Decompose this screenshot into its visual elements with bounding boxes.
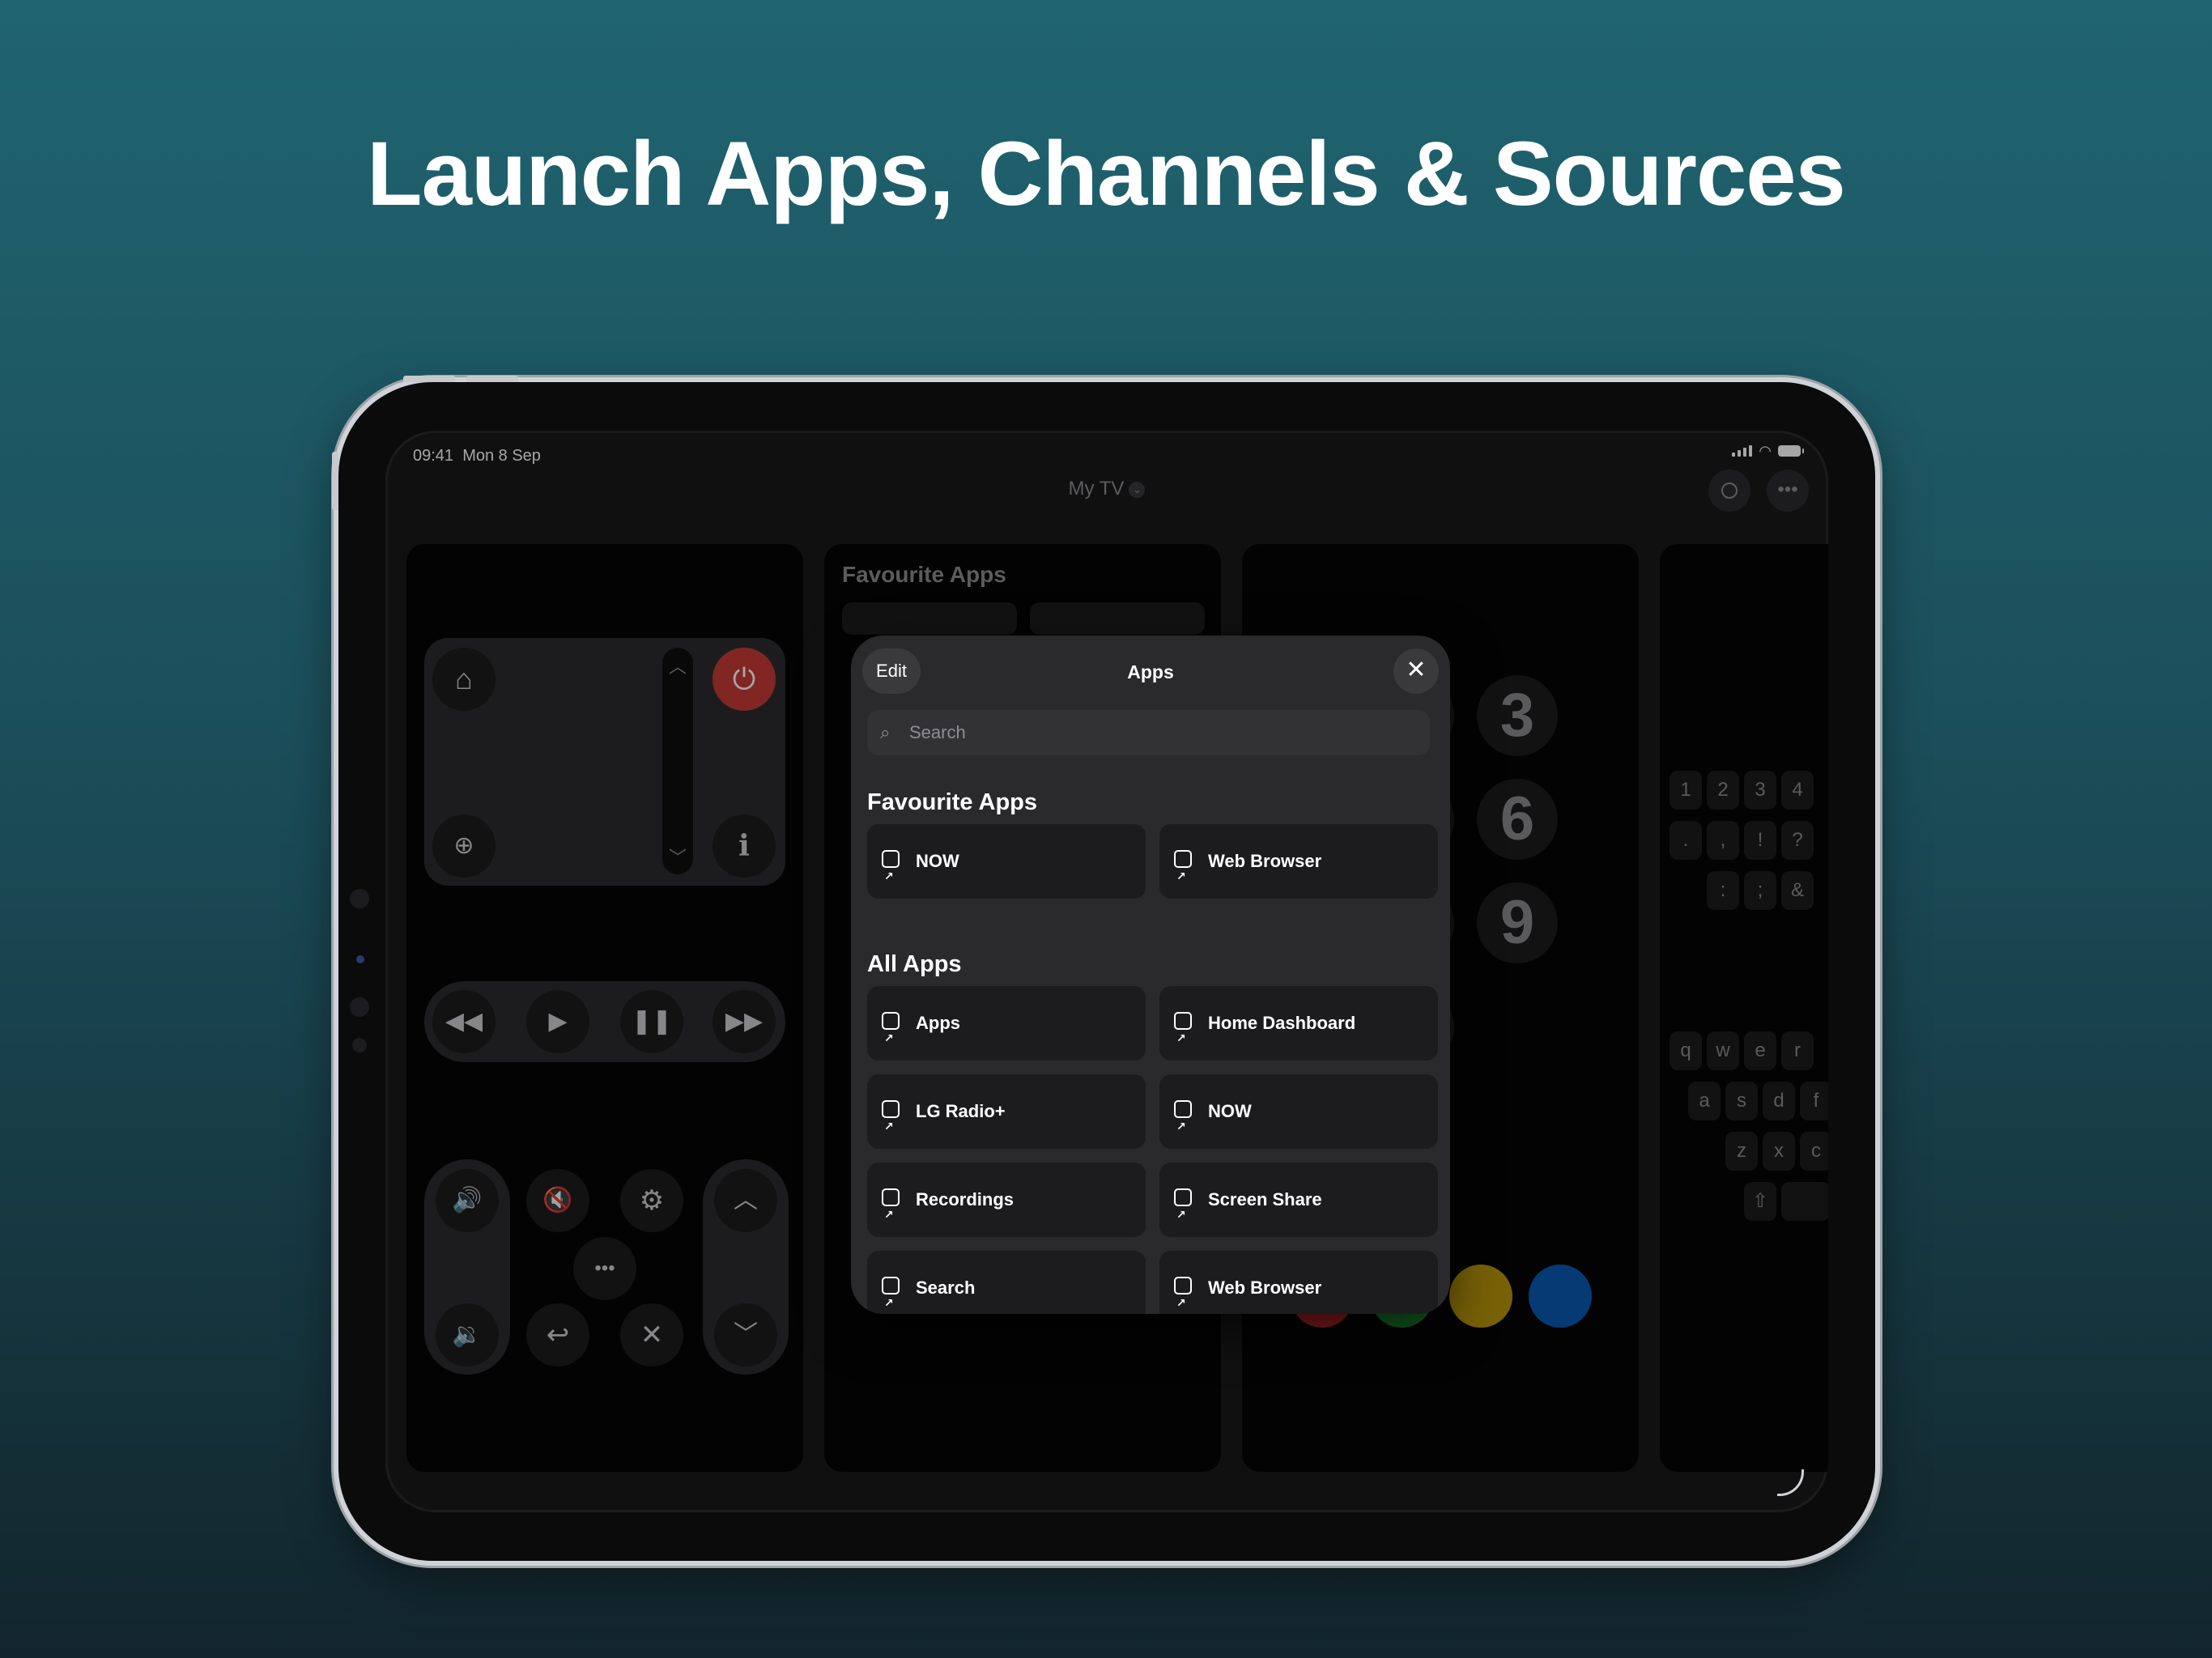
sensor [350,997,369,1017]
app-tile[interactable]: Web Browser [1159,1251,1438,1314]
close-button[interactable]: ✕ [1393,648,1439,694]
side-button [332,452,338,510]
close-icon: ✕ [1406,657,1427,683]
app-tile[interactable]: Search [867,1251,1146,1314]
open-app-icon [1174,1177,1192,1252]
search-placeholder: Search [909,722,966,742]
search-icon: ⌕ [880,722,891,742]
open-app-icon [1174,1001,1192,1075]
open-app-icon [882,1001,900,1075]
app-tile[interactable]: Apps [867,986,1146,1075]
top-button [466,376,518,382]
ipad-device: 09:41 Mon 8 Sep ◠ My TV ⌄ ••• ⌂ ⏻ ⊕ i ︿ ﹀ [332,376,1875,1561]
app-tile[interactable]: Home Dashboard [1159,986,1438,1075]
app-tile[interactable]: Web Browser [1159,824,1438,913]
screen: 09:41 Mon 8 Sep ◠ My TV ⌄ ••• ⌂ ⏻ ⊕ i ︿ ﹀ [385,431,1828,1512]
open-app-icon [882,839,900,913]
apps-sheet: Edit Apps ✕ ⌕ Search Favourite Apps NOW … [851,636,1450,1314]
all-apps-heading: All Apps [867,951,962,977]
app-tile[interactable]: NOW [867,824,1146,913]
top-button [403,376,455,382]
open-app-icon [1174,1265,1192,1314]
app-tile[interactable]: Recordings [867,1163,1146,1252]
camera-lens [356,955,364,963]
open-app-icon [1174,839,1192,913]
app-tile[interactable]: Screen Share [1159,1163,1438,1252]
open-app-icon [1174,1089,1192,1163]
sensor [350,889,369,908]
open-app-icon [882,1089,900,1163]
sensor [352,1038,367,1052]
headline: Launch Apps, Channels & Sources [367,123,1846,224]
sheet-title: Apps [1127,661,1174,682]
open-app-icon [882,1265,900,1314]
favourite-apps-heading: Favourite Apps [867,789,1038,815]
open-app-icon [882,1177,900,1252]
search-field[interactable]: ⌕ Search [867,710,1430,755]
app-tile[interactable]: LG Radio+ [867,1074,1146,1163]
app-tile[interactable]: NOW [1159,1074,1438,1163]
